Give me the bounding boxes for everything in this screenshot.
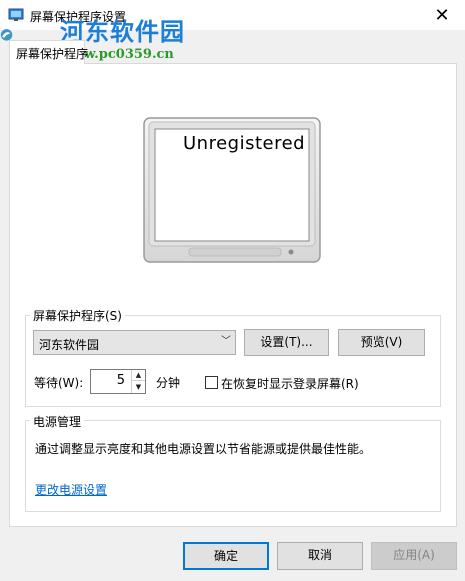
resume-logon-checkbox[interactable] [205,376,218,389]
power-management-group [25,420,441,512]
screensaver-preview-text: Unregistered [183,133,306,154]
screensaver-select-value: 河东软件园 [39,338,100,352]
power-management-label: 电源管理 [30,413,85,430]
change-power-settings-link[interactable]: 更改电源设置 [35,481,107,498]
apply-button[interactable]: 应用(A) [371,542,457,570]
chevron-down-icon: ﹀ [221,336,231,347]
tab-screensaver-label: 屏幕保护程序 [16,47,89,61]
power-description: 通过调整显示亮度和其他电源设置以节省能源或提供最佳性能。 [35,442,372,456]
wait-label: 等待(W): [34,376,84,390]
screensaver-app-icon [8,8,24,21]
ok-button[interactable]: 确定 [183,542,269,570]
settings-button[interactable]: 设置(T)... [244,329,329,356]
close-button[interactable]: ✕ [419,0,465,30]
cancel-button[interactable]: 取消 [277,542,363,570]
spinner-up-icon[interactable]: ▲ [131,370,145,381]
screensaver-select[interactable]: 河东软件园 [33,330,236,355]
preview-button[interactable]: 预览(V) [338,329,425,356]
spinner-down-icon[interactable]: ▼ [131,381,145,393]
resume-logon-label[interactable]: 在恢复时显示登录屏幕(R) [221,375,359,392]
minutes-label: 分钟 [156,376,181,390]
screensaver-group-label: 屏幕保护程序(S) [30,307,125,324]
